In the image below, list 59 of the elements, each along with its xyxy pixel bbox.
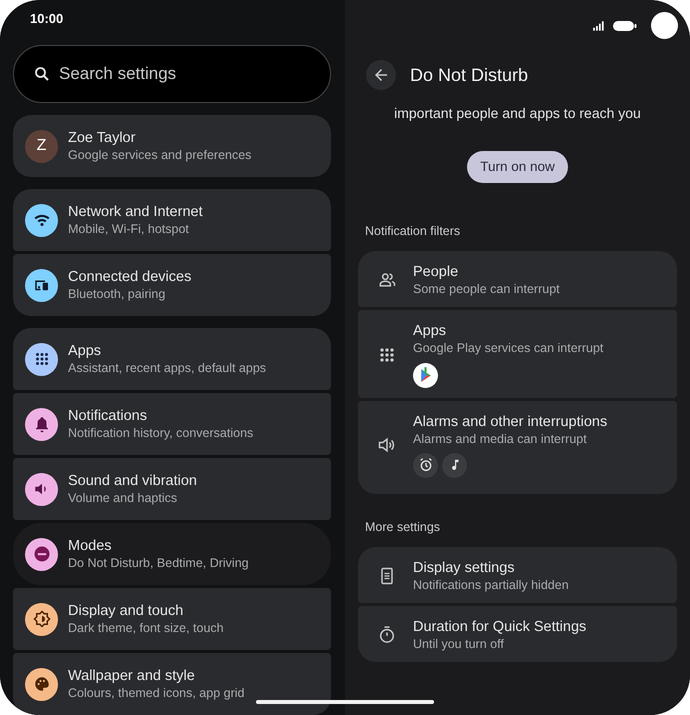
page-title: Do Not Disturb: [410, 64, 528, 86]
item-title: Network and Internet: [68, 202, 203, 221]
settings-item[interactable]: Z Zoe Taylor Google services and preferences: [13, 115, 331, 177]
item-title: Alarms and other interruptions: [413, 412, 608, 431]
music-note-icon: [442, 452, 467, 478]
item-title: Notifications: [68, 406, 148, 425]
item-title: Apps: [413, 322, 448, 340]
back-button[interactable]: [366, 60, 396, 90]
section-header: Notification filters: [364, 223, 462, 240]
filter-item[interactable]: Display settings Notifications partially hidden: [358, 546, 677, 603]
item-subtitle: Do Not Disturb, Bedtime, Driving: [68, 554, 249, 572]
item-subtitle: Some people can interrupt: [413, 280, 560, 298]
item-subtitle: Alarms and media can interrupt: [413, 430, 588, 447]
item-subtitle: Dark theme, font size, touch: [68, 620, 224, 636]
settings-item[interactable]: Wallpaper and style Colours, themed icons, app grid: [13, 653, 331, 715]
alarm-icon: [413, 452, 438, 478]
item-title: Apps: [68, 342, 102, 360]
item-title: Display and touch: [68, 602, 184, 620]
item-subtitle: Google services and preferences: [68, 146, 252, 164]
palette-icon: [32, 675, 50, 693]
settings-item[interactable]: Sound and vibration Volume and haptics: [13, 458, 331, 520]
item-subtitle: Mobile, Wi-Fi, hotspot: [68, 220, 190, 238]
minus-circle-icon: [32, 544, 52, 564]
settings-item[interactable]: Modes Do Not Disturb, Bedtime, Driving: [13, 523, 331, 585]
item-subtitle: Bluetooth, pairing: [68, 286, 166, 302]
item-title: Modes: [68, 536, 113, 555]
settings-item[interactable]: Notifications Notification history, conversations: [13, 393, 331, 455]
camera-cutout-icon: [651, 12, 678, 39]
time-text: 10:00: [30, 10, 64, 28]
item-title: Duration for Quick Settings: [413, 618, 586, 636]
item-subtitle: Assistant, recent apps, default apps: [68, 360, 266, 376]
app-icon: [413, 362, 438, 388]
item-title: People: [413, 262, 460, 281]
filter-item[interactable]: Alarms and other interruptions Alarms and media can interrupt: [358, 400, 677, 494]
search-field[interactable]: Search settings: [13, 45, 331, 103]
section-header: More settings: [364, 518, 442, 536]
avatar: Z: [25, 130, 58, 162]
settings-item[interactable]: Apps Assistant, recent apps, default apps: [13, 328, 331, 390]
item-title: Sound and vibration: [68, 472, 197, 490]
description-text: important people and apps to reach you: [393, 104, 642, 123]
item-subtitle: Colours, themed icons, app grid: [68, 684, 244, 702]
turn-on-button[interactable]: Turn on now: [467, 151, 568, 183]
item-subtitle: Google Play services can interrupt: [413, 340, 604, 356]
item-subtitle: Volume and haptics: [68, 490, 178, 506]
item-title: Display settings: [413, 558, 516, 577]
brightness-icon: [32, 610, 50, 628]
item-subtitle: Notifications partially hidden: [413, 576, 569, 593]
settings-item[interactable]: Network and Internet Mobile, Wi-Fi, hotspot: [13, 189, 331, 251]
item-title: Zoe Taylor: [68, 128, 136, 147]
settings-item[interactable]: Display and touch Dark theme, font size, touch: [13, 588, 331, 650]
timer-icon: [377, 625, 397, 646]
item-title: Connected devices: [68, 268, 192, 286]
filter-item[interactable]: Apps Google Play services can interrupt: [358, 310, 677, 398]
filter-item[interactable]: People Some people can interrupt: [358, 250, 677, 308]
item-title: Wallpaper and style: [68, 666, 196, 685]
settings-item[interactable]: Connected devices Bluetooth, pairing: [13, 254, 331, 316]
filter-item[interactable]: Duration for Quick Settings Until you turn off: [358, 606, 677, 662]
item-subtitle: Until you turn off: [413, 636, 505, 652]
item-subtitle: Notification history, conversations: [68, 424, 254, 442]
